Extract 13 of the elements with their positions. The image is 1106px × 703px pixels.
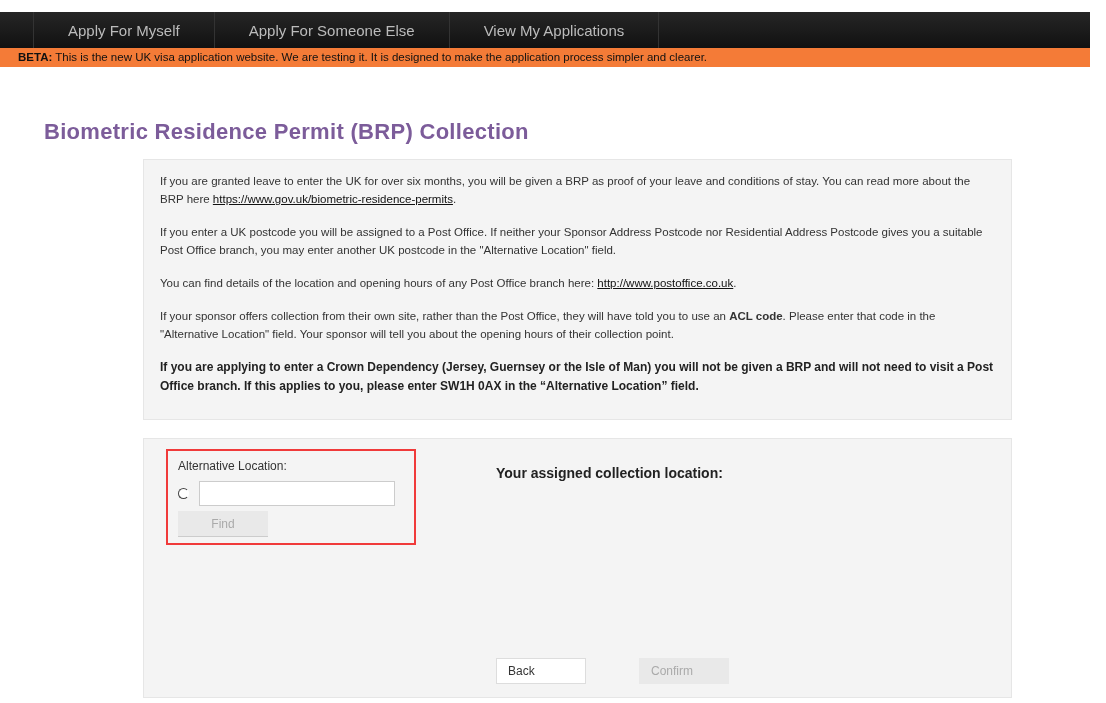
info-paragraph: If you are applying to enter a Crown Dependency (Jersey, Guernsey or the Isle of Man) you will not be given a BRP and will not need to visit a Post Office branch. If this applies to you, please enter SW1H 0AX in the “Alternative Location” field. (160, 359, 995, 395)
radio-button[interactable] (178, 488, 189, 499)
input-field[interactable] (199, 481, 395, 506)
page-title: Biometric Residence Permit (BRP) Collection (44, 119, 530, 145)
action-button[interactable]: Back (496, 658, 586, 684)
field-label: Alternative Location: (178, 459, 288, 473)
section-heading: Your assigned collection location: (496, 465, 724, 481)
info-paragraph: You can find details of the location and opening hours of any Post Office branch here: http://www.postoffice.co.uk. (160, 276, 738, 291)
info-paragraph: If your sponsor offers collection from their own site, rather than the Post Office, they will have told you to use an ACL code. Please enter that code in the "Alternative Location" field. Your sponsor will tell you about the opening hours of their collection point. (160, 309, 937, 342)
beta-banner: BETA: This is the new UK visa application website. We are testing it. It is designed to make the application process simpler and clearer. (0, 48, 1090, 67)
info-link[interactable]: https://www.gov.uk/biometric-residence-permits (212, 193, 453, 205)
info-paragraph: If you enter a UK postcode you will be assigned to a Post Office. If neither your Sponsor Address Postcode nor Residential Address Postcode gives you a suitable Post Office branch, you may enter another UK postcode in the "Alternative Location" field. (160, 225, 984, 258)
info-paragraph: If you are granted leave to enter the UK for over six months, you will be given a BRP as proof of your leave and conditions of stay. You can read more about the BRP here https://www.gov.uk/biometric-residence-permits. (160, 174, 972, 207)
